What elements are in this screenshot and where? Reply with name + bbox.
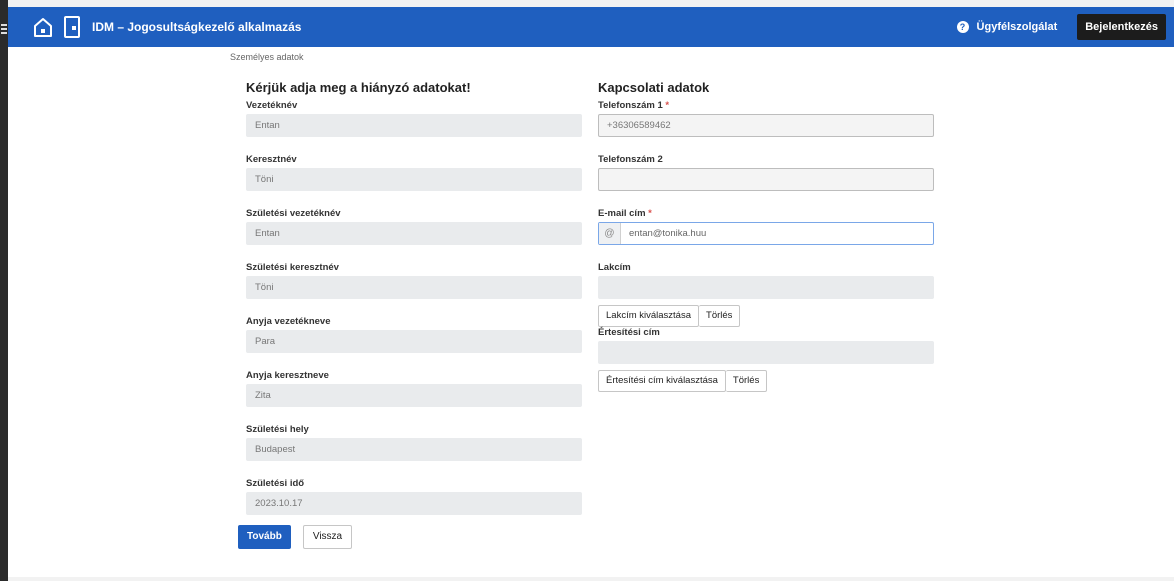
phone2-field[interactable] [598, 168, 934, 191]
notify-button-group: Értesítési cím kiválasztása Törlés [598, 370, 768, 392]
email-value[interactable]: entan@tonika.huu [621, 223, 706, 244]
last-name-label: Vezetéknév [246, 100, 298, 111]
login-button[interactable]: Bejelentkezés [1077, 14, 1166, 40]
mother-first-name-field[interactable]: Zita [246, 384, 582, 407]
required-mark: * [648, 208, 652, 219]
email-label-text: E-mail cím [598, 208, 646, 219]
address-button-group: Lakcím kiválasztása Törlés [598, 305, 741, 327]
birth-place-field[interactable]: Budapest [246, 438, 582, 461]
breadcrumb: Személyes adatok [230, 52, 304, 62]
address-label: Lakcím [598, 262, 631, 273]
at-icon: @ [599, 223, 621, 244]
birth-date-field[interactable]: 2023.10.17 [246, 492, 582, 515]
birth-last-name-field[interactable]: Entan [246, 222, 582, 245]
contact-section-title: Kapcsolati adatok [598, 80, 710, 95]
mother-first-name-label: Anyja keresztneve [246, 370, 329, 381]
next-button[interactable]: Tovább [238, 525, 291, 549]
email-field[interactable]: @ entan@tonika.huu [598, 222, 934, 245]
document-icon[interactable] [64, 16, 80, 38]
birth-first-name-label: Születési keresztnév [246, 262, 339, 273]
main-content: Személyes adatok Kérjük adja meg a hiány… [8, 47, 1174, 577]
top-navbar: IDM – Jogosultságkezelő alkalmazás ? Ügy… [8, 7, 1174, 47]
mother-last-name-field[interactable]: Para [246, 330, 582, 353]
help-icon: ? [956, 21, 969, 33]
first-name-label: Keresztnév [246, 154, 297, 165]
birth-place-label: Születési hely [246, 424, 309, 435]
first-name-field[interactable]: Töni [246, 168, 582, 191]
last-name-field[interactable]: Entan [246, 114, 582, 137]
phone1-label: Telefonszám 1 * [598, 100, 934, 114]
phone1-field[interactable]: +36306589462 [598, 114, 934, 137]
notify-clear-button[interactable]: Törlés [725, 370, 768, 392]
contact-data-section: Kapcsolati adatok Telefonszám 1 * +36306… [598, 80, 934, 392]
app-title: IDM – Jogosultságkezelő alkalmazás [92, 20, 302, 34]
left-edge-strip [0, 0, 8, 581]
address-clear-button[interactable]: Törlés [699, 305, 741, 327]
address-field[interactable] [598, 276, 934, 299]
help-label: Ügyfélszolgálat [976, 21, 1058, 33]
personal-data-section: Kérjük adja meg a hiányzó adatokat! Veze… [246, 80, 582, 515]
email-label: E-mail cím * [598, 208, 934, 222]
home-icon[interactable] [32, 16, 54, 38]
birth-date-label: Születési idő [246, 478, 305, 489]
mother-last-name-label: Anyja vezetékneve [246, 316, 331, 327]
notify-select-button[interactable]: Értesítési cím kiválasztása [598, 370, 726, 392]
birth-last-name-label: Születési vezetéknév [246, 208, 341, 219]
personal-section-title: Kérjük adja meg a hiányzó adatokat! [246, 80, 471, 95]
help-link[interactable]: ? Ügyfélszolgálat [956, 21, 1058, 33]
phone1-label-text: Telefonszám 1 [598, 100, 663, 111]
address-select-button[interactable]: Lakcím kiválasztása [598, 305, 700, 327]
notify-address-field[interactable] [598, 341, 934, 364]
required-mark: * [665, 100, 670, 111]
back-button[interactable]: Vissza [302, 525, 353, 549]
phone2-label: Telefonszám 2 [598, 154, 663, 165]
birth-first-name-field[interactable]: Töni [246, 276, 582, 299]
form-actions: Tovább Vissza [238, 525, 353, 549]
menu-icon[interactable] [1, 24, 7, 34]
notify-address-label: Értesítési cím [598, 327, 660, 338]
